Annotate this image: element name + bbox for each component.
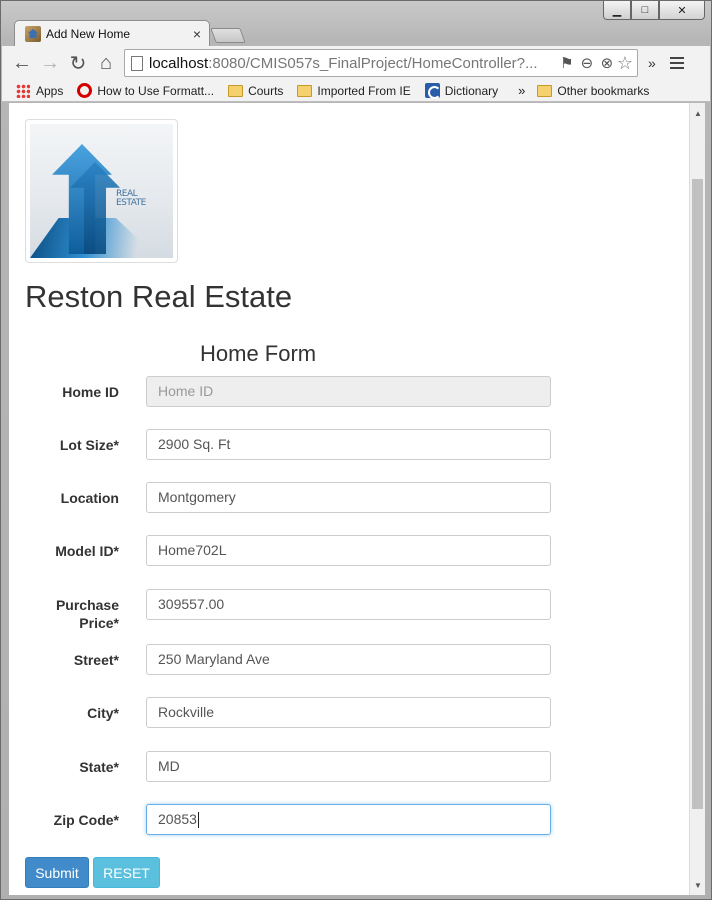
submit-button[interactable]: Submit	[25, 857, 89, 888]
forward-arrow-icon[interactable]: →	[36, 49, 64, 77]
home-id-label: Home ID	[62, 384, 119, 400]
browser-window: ▁ □ ✕ Add New Home × ← → ↻ ⌂ localhost:8…	[0, 0, 712, 900]
location-input[interactable]: Montgomery	[146, 482, 551, 513]
vertical-scrollbar[interactable]: ▲ ▼	[689, 103, 705, 895]
extension-flag-icon[interactable]: ⚑	[557, 54, 577, 72]
tab-close-icon[interactable]: ×	[193, 26, 201, 42]
street-input[interactable]: 250 Maryland Ave	[146, 644, 551, 675]
location-label: Location	[60, 490, 119, 506]
minimize-button[interactable]: ▁	[603, 1, 631, 20]
bookmark-dictionary[interactable]: Dictionary	[424, 83, 499, 99]
folder-icon	[297, 84, 313, 97]
model-id-input[interactable]: Home702L	[146, 535, 551, 566]
site-title: Reston Real Estate	[25, 279, 293, 314]
bookmark-apps[interactable]: Apps	[16, 83, 64, 98]
zip-code-input[interactable]: 20853	[146, 804, 551, 835]
bookmark-imported-from-ie[interactable]: Imported From IE	[297, 83, 411, 98]
zip-code-value: 20853	[158, 811, 197, 827]
purchase-price-input[interactable]: 309557.00	[146, 589, 551, 620]
apps-grid-icon	[16, 83, 30, 98]
state-input[interactable]: MD	[146, 751, 551, 782]
toolbar-right: »	[648, 55, 684, 71]
form-title: Home Form	[200, 341, 317, 366]
scroll-down-arrow-icon[interactable]: ▼	[690, 877, 706, 893]
house-favicon-icon	[25, 26, 41, 42]
state-label: State*	[79, 759, 119, 775]
new-tab-button[interactable]	[210, 28, 246, 43]
hamburger-menu-icon[interactable]	[669, 57, 684, 69]
url-host: localhost	[149, 54, 209, 72]
scrollbar-thumb[interactable]	[692, 179, 703, 809]
extensions-overflow-icon[interactable]: »	[648, 55, 656, 71]
folder-icon	[228, 84, 244, 97]
bookmark-other[interactable]: Other bookmarks	[537, 84, 649, 98]
dictionary-icon	[424, 83, 441, 99]
url-text[interactable]: localhost:8080/CMIS057s_FinalProject/Hom…	[149, 55, 557, 72]
browser-tab[interactable]: Add New Home ×	[14, 20, 210, 47]
folder-icon	[537, 84, 553, 97]
tab-title: Add New Home	[46, 27, 131, 41]
text-caret	[197, 812, 199, 829]
browser-toolbar: ← → ↻ ⌂ localhost:8080/CMIS057s_FinalPro…	[2, 46, 710, 80]
home-id-input[interactable]: Home ID	[146, 376, 551, 407]
bookmark-label: Imported From IE	[317, 83, 411, 98]
window-controls: ▁ □ ✕	[603, 1, 705, 21]
city-input[interactable]: Rockville	[146, 697, 551, 728]
bookmark-star-icon[interactable]: ☆	[617, 53, 633, 74]
close-window-button[interactable]: ✕	[659, 1, 705, 20]
bookmark-label: How to Use Formatt...	[97, 83, 215, 98]
purchase-price-label: Purchase Price*	[55, 597, 119, 631]
model-id-label: Model ID*	[55, 543, 119, 559]
zoom-icon[interactable]: ⊖	[577, 54, 597, 72]
lot-size-input[interactable]: 2900 Sq. Ft	[146, 429, 551, 460]
bookmark-label: Apps	[36, 83, 64, 98]
search-icon[interactable]: ⊗	[597, 54, 617, 72]
bookmarks-overflow-icon[interactable]: »	[518, 83, 525, 98]
maximize-button[interactable]: □	[631, 1, 659, 20]
bookmark-courts[interactable]: Courts	[228, 84, 283, 98]
page-content: REAL ESTATE Reston Real Estate Home Form …	[9, 103, 689, 895]
page-icon	[131, 55, 143, 71]
bookmarks-bar: Apps How to Use Formatt... Courts Import…	[2, 80, 710, 102]
home-icon[interactable]: ⌂	[92, 49, 120, 77]
bookmark-label: Courts	[248, 83, 284, 98]
lot-size-label: Lot Size*	[59, 437, 119, 453]
bookmark-label: Dictionary	[444, 83, 499, 98]
bookmark-how-to-use[interactable]: How to Use Formatt...	[77, 83, 214, 98]
url-path: :8080/CMIS057s_FinalProject/HomeControll…	[208, 54, 538, 72]
address-bar[interactable]: localhost:8080/CMIS057s_FinalProject/Hom…	[124, 49, 638, 77]
scroll-up-arrow-icon[interactable]: ▲	[690, 105, 706, 121]
logo-text: REAL ESTATE	[116, 189, 146, 208]
reload-icon[interactable]: ↻	[64, 49, 92, 77]
logo-thumbnail: REAL ESTATE	[25, 119, 178, 263]
street-label: Street*	[73, 652, 119, 668]
back-arrow-icon[interactable]: ←	[8, 49, 36, 77]
opera-icon	[77, 83, 93, 98]
zip-code-label: Zip Code*	[53, 812, 119, 828]
reset-button[interactable]: RESET	[93, 857, 160, 888]
city-label: City*	[87, 705, 119, 721]
bookmark-label: Other bookmarks	[557, 83, 650, 98]
real-estate-logo-image: REAL ESTATE	[30, 124, 173, 258]
